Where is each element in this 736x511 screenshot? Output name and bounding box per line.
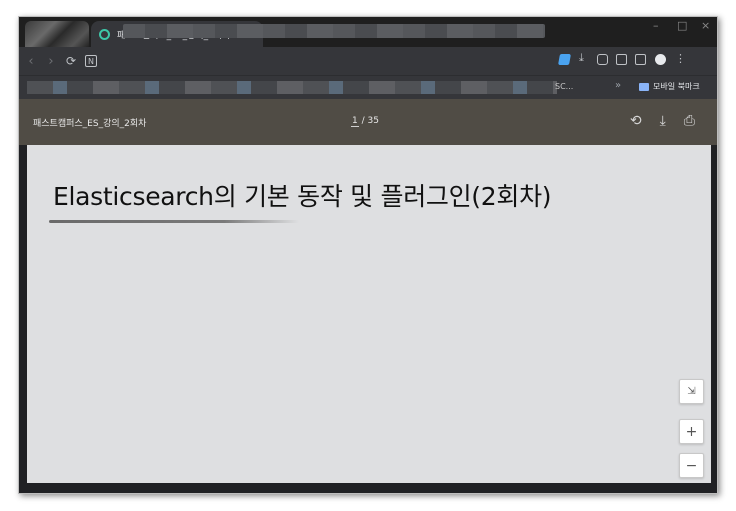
back-icon[interactable]: ‹ xyxy=(23,54,39,69)
sidepanel-icon[interactable] xyxy=(635,54,646,65)
naver-icon[interactable]: N xyxy=(85,55,97,67)
page-total: / 35 xyxy=(358,116,379,126)
current-page-input[interactable]: 1 xyxy=(351,116,359,127)
pdf-title: 패스트캠퍼스_ES_강의_2회차 xyxy=(33,119,147,129)
camera-icon[interactable] xyxy=(597,54,608,65)
pdf-page: Elasticsearch의 기본 동작 및 플러그인(2회차) ⇲ + − xyxy=(27,145,711,483)
bookmark-truncated[interactable]: SC... xyxy=(555,82,573,91)
previous-tab[interactable] xyxy=(25,21,89,47)
extension-icon[interactable] xyxy=(558,54,571,65)
mobile-bookmarks-folder[interactable]: 모바일 북마크 xyxy=(639,81,700,92)
download-pdf-icon[interactable]: ⤓ xyxy=(660,113,666,129)
zoom-out-button[interactable]: − xyxy=(679,453,704,478)
slide-heading: Elasticsearch의 기본 동작 및 플러그인(2회차) xyxy=(53,182,552,211)
download-icon[interactable]: ⤓ xyxy=(579,51,584,65)
pdf-toolbar: 패스트캠퍼스_ES_강의_2회차 1 / 35 ⟲ ⤓ ⎙ xyxy=(19,99,717,145)
reader-icon[interactable] xyxy=(616,54,627,65)
heading-underline xyxy=(49,220,299,223)
browser-toolbar: ‹ › ⟳ N xyxy=(19,47,717,75)
bookmarks-bar: SC... » 모바일 북마크 xyxy=(19,75,717,99)
print-icon[interactable]: ⎙ xyxy=(684,113,695,129)
bookmarks-overflow-icon[interactable]: » xyxy=(615,80,621,91)
address-bar[interactable] xyxy=(123,24,545,38)
maximize-icon[interactable]: □ xyxy=(677,19,687,32)
bookmark-items[interactable] xyxy=(27,81,557,94)
minimize-icon[interactable]: – xyxy=(653,19,659,32)
browser-window: 패스트캠퍼스_ES_강의_2회차 × + – □ × ‹ › ⟳ N ⤓ ⋮ S… xyxy=(18,16,718,494)
reload-icon[interactable]: ⟳ xyxy=(63,54,79,68)
page-indicator: 1 / 35 xyxy=(351,116,379,127)
pdf-actions: ⟲ ⤓ ⎙ xyxy=(630,113,695,129)
forward-icon[interactable]: › xyxy=(43,54,59,69)
close-window-icon[interactable]: × xyxy=(701,19,710,32)
rotate-icon[interactable]: ⟲ xyxy=(630,113,642,129)
profile-avatar[interactable] xyxy=(655,54,666,65)
folder-label: 모바일 북마크 xyxy=(653,82,700,91)
folder-icon xyxy=(639,82,649,91)
zoom-in-button[interactable]: + xyxy=(679,419,704,444)
tab-favicon-icon xyxy=(99,28,110,40)
fit-to-page-icon[interactable]: ⇲ xyxy=(679,379,704,404)
menu-icon[interactable]: ⋮ xyxy=(675,52,686,65)
